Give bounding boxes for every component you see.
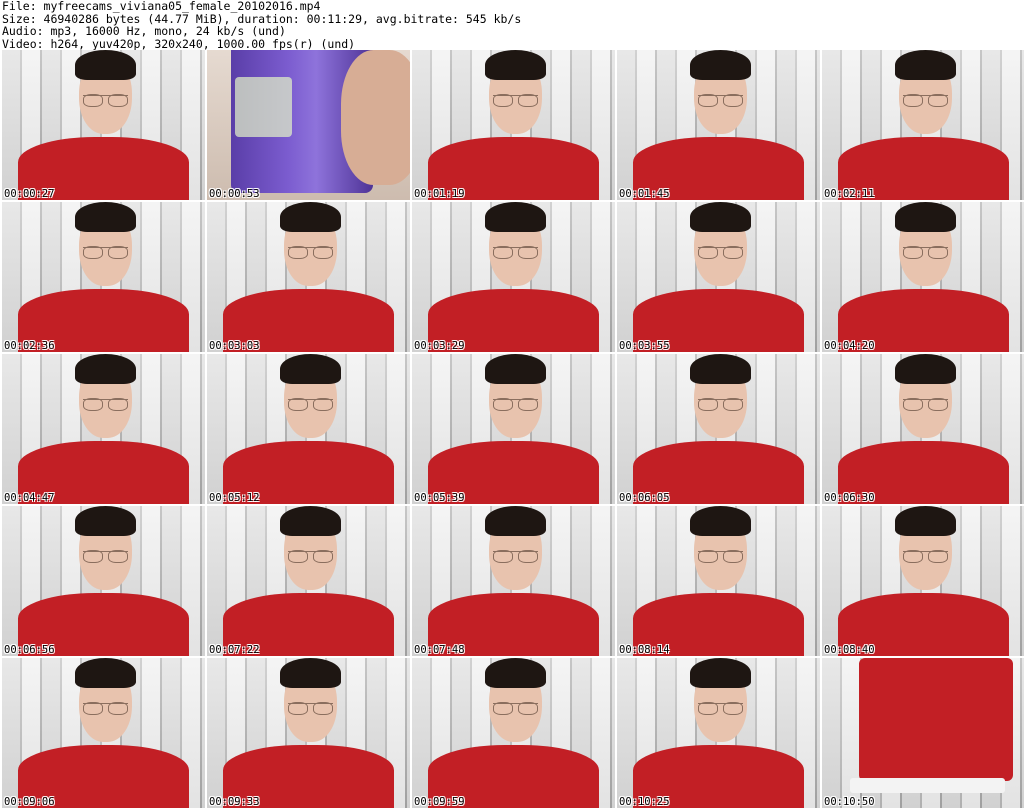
video-thumbnail[interactable]: 00:01:45 [617,50,820,200]
timestamp: 00:02:11 [824,188,875,200]
video-info: Video: h264, yuv420p, 320x240, 1000.00 f… [2,36,356,51]
video-thumbnail[interactable]: 00:04:47 [2,354,205,504]
video-thumbnail[interactable]: 00:05:39 [412,354,615,504]
video-thumbnail[interactable]: 00:00:53 [207,50,410,200]
timestamp: 00:07:48 [414,644,465,656]
video-thumbnail[interactable]: 00:04:20 [822,202,1024,352]
timestamp: 00:06:05 [619,492,670,504]
audio-info: Audio: mp3, 16000 Hz, mono, 24 kb/s (und… [2,24,286,38]
timestamp: 00:01:19 [414,188,465,200]
timestamp: 00:07:22 [209,644,260,656]
timestamp: 00:09:59 [414,796,465,808]
video-thumbnail[interactable]: 00:03:55 [617,202,820,352]
video-thumbnail[interactable]: 00:10:50 [822,658,1024,808]
timestamp: 00:01:45 [619,188,670,200]
timestamp: 00:09:06 [4,796,55,808]
video-thumbnail[interactable]: 00:05:12 [207,354,410,504]
file-name: File: myfreecams_viviana05_female_201020… [2,0,321,13]
timestamp: 00:03:03 [209,340,260,352]
timestamp: 00:04:20 [824,340,875,352]
timestamp: 00:10:25 [619,796,670,808]
video-thumbnail[interactable]: 00:06:56 [2,506,205,656]
timestamp: 00:04:47 [4,492,55,504]
timestamp: 00:06:56 [4,644,55,656]
video-thumbnail[interactable]: 00:09:59 [412,658,615,808]
video-thumbnail[interactable]: 00:07:48 [412,506,615,656]
video-thumbnail[interactable]: 00:01:19 [412,50,615,200]
timestamp: 00:03:29 [414,340,465,352]
file-info-header: File: myfreecams_viviana05_female_201020… [2,0,1022,50]
timestamp: 00:02:36 [4,340,55,352]
video-thumbnail[interactable]: 00:09:06 [2,658,205,808]
timestamp: 00:05:12 [209,492,260,504]
timestamp: 00:08:40 [824,644,875,656]
video-thumbnail[interactable]: 00:06:30 [822,354,1024,504]
video-thumbnail[interactable]: 00:03:03 [207,202,410,352]
video-thumbnail[interactable]: 00:08:40 [822,506,1024,656]
video-thumbnail[interactable]: 00:03:29 [412,202,615,352]
video-thumbnail[interactable]: 00:00:27 [2,50,205,200]
timestamp: 00:00:53 [209,188,260,200]
timestamp: 00:05:39 [414,492,465,504]
video-thumbnail[interactable]: 00:02:11 [822,50,1024,200]
video-thumbnail[interactable]: 00:08:14 [617,506,820,656]
timestamp: 00:06:30 [824,492,875,504]
timestamp: 00:00:27 [4,188,55,200]
video-thumbnail[interactable]: 00:09:33 [207,658,410,808]
thumbnail-grid: 00:00:27 00:00:53 00:01:19 00:01:45 00:0… [0,50,1024,811]
timestamp: 00:08:14 [619,644,670,656]
video-thumbnail[interactable]: 00:02:36 [2,202,205,352]
video-thumbnail[interactable]: 00:10:25 [617,658,820,808]
timestamp: 00:03:55 [619,340,670,352]
timestamp: 00:10:50 [824,796,875,808]
video-thumbnail[interactable]: 00:07:22 [207,506,410,656]
timestamp: 00:09:33 [209,796,260,808]
video-thumbnail[interactable]: 00:06:05 [617,354,820,504]
